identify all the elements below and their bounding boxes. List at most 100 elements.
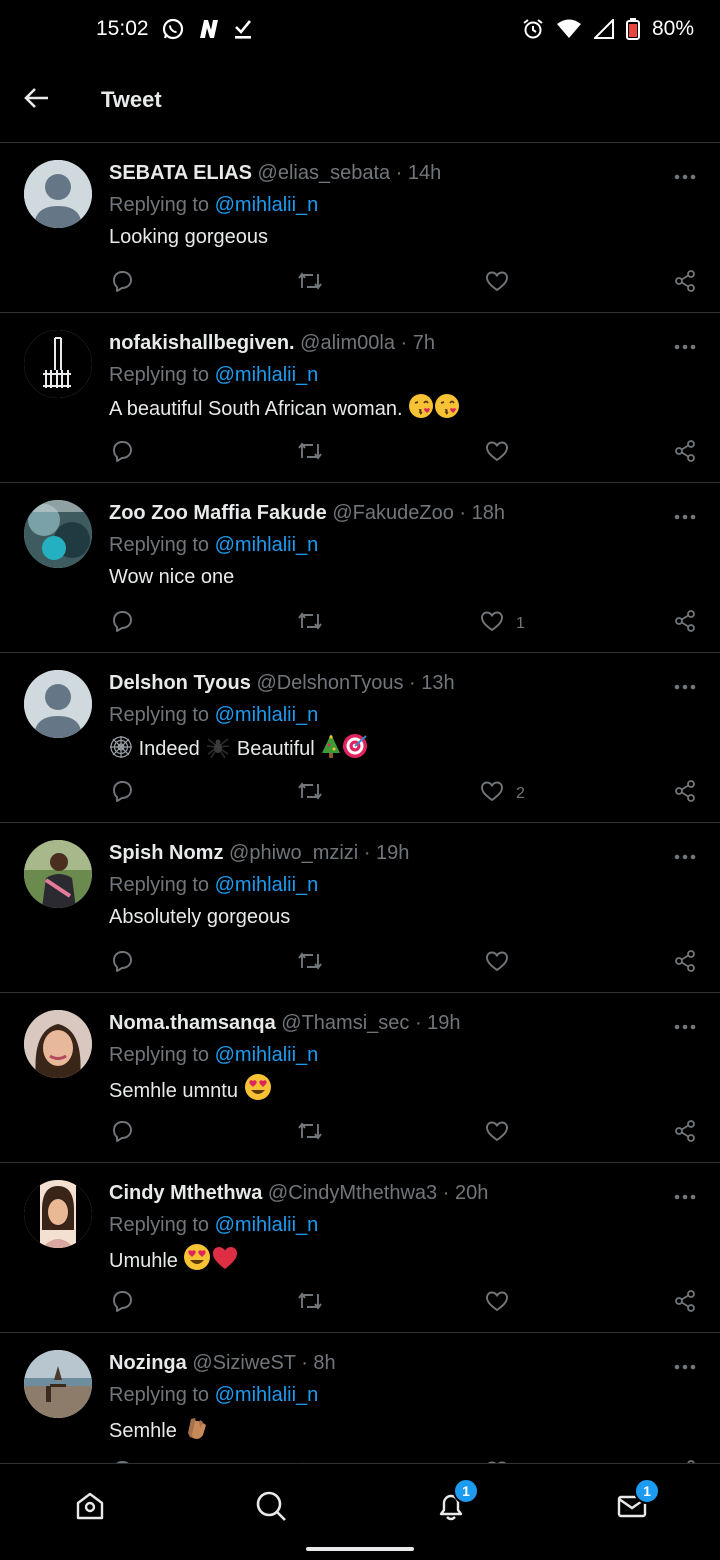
retweet-button[interactable]	[297, 270, 323, 297]
display-name[interactable]: Noma.thamsanqa	[109, 1012, 276, 1034]
reply-button[interactable]	[110, 779, 134, 808]
avatar[interactable]	[24, 670, 92, 738]
avatar[interactable]	[24, 840, 92, 908]
reply-button[interactable]	[110, 609, 134, 638]
reply-button[interactable]	[110, 949, 134, 978]
nav-messages-button[interactable]: 1	[608, 1478, 660, 1532]
user-handle[interactable]: @alim00la	[300, 332, 395, 354]
avatar[interactable]	[24, 160, 92, 228]
tweet-body: Umuhle	[109, 1243, 700, 1279]
reply-tweet[interactable]: Zoo Zoo Maffia Fakude @FakudeZoo · 18h R…	[0, 483, 720, 653]
more-options-button[interactable]	[674, 1357, 696, 1370]
reply-tweet[interactable]: Delshon Tyous @DelshonTyous · 13h Replyi…	[0, 653, 720, 823]
display-name[interactable]: Cindy Mthethwa	[109, 1182, 262, 1204]
like-button[interactable]: 1	[480, 610, 525, 637]
tweet-body: A beautiful South African woman.	[109, 393, 700, 427]
mention-link[interactable]: @mihlalii_n	[215, 1214, 319, 1236]
more-options-button[interactable]	[674, 847, 696, 860]
home-icon	[74, 1490, 106, 1527]
retweet-button[interactable]	[297, 440, 323, 467]
avatar[interactable]	[24, 1350, 92, 1418]
share-icon	[673, 779, 697, 808]
messages-badge: 1	[634, 1478, 660, 1504]
more-options-button[interactable]	[674, 507, 696, 520]
like-button[interactable]	[485, 1290, 521, 1317]
display-name[interactable]: nofakishallbegiven.	[109, 332, 295, 354]
share-button[interactable]	[673, 949, 697, 978]
reply-list[interactable]: SEBATA ELIAS @elias_sebata · 14h Replyin…	[0, 143, 720, 1464]
like-button[interactable]	[485, 270, 521, 297]
mention-link[interactable]: @mihlalii_n	[215, 704, 319, 726]
more-options-button[interactable]	[674, 167, 696, 180]
display-name[interactable]: Spish Nomz	[109, 842, 223, 864]
share-button[interactable]	[673, 609, 697, 638]
mention-link[interactable]: @mihlalii_n	[215, 1044, 319, 1066]
battery-percent: 80%	[651, 17, 694, 40]
avatar[interactable]	[24, 1010, 92, 1078]
display-name[interactable]: SEBATA ELIAS	[109, 162, 252, 184]
user-handle[interactable]: @elias_sebata	[258, 162, 391, 184]
reply-button[interactable]	[110, 269, 134, 298]
retweet-icon	[297, 270, 323, 297]
share-button[interactable]	[673, 439, 697, 468]
reply-tweet[interactable]: Cindy Mthethwa @CindyMthethwa3 · 20h Rep…	[0, 1163, 720, 1333]
like-button[interactable]	[485, 440, 521, 467]
kiss-face-icon	[434, 393, 460, 427]
more-options-button[interactable]	[674, 1187, 696, 1200]
retweet-button[interactable]	[297, 1290, 323, 1317]
share-icon	[673, 609, 697, 638]
reply-button[interactable]	[110, 1119, 134, 1148]
display-name[interactable]: Zoo Zoo Maffia Fakude	[109, 502, 327, 524]
more-options-button[interactable]	[674, 337, 696, 350]
display-name[interactable]: Nozinga	[109, 1352, 187, 1374]
share-button[interactable]	[673, 1289, 697, 1318]
like-button[interactable]	[485, 1120, 521, 1147]
reply-icon	[110, 439, 134, 468]
reply-icon	[110, 1119, 134, 1148]
back-button[interactable]	[0, 58, 74, 142]
reply-tweet[interactable]: Spish Nomz @phiwo_mzizi · 19h Replying t…	[0, 823, 720, 993]
tweet-body: Semhle umntu	[109, 1073, 700, 1109]
more-options-button[interactable]	[674, 1017, 696, 1030]
top-bar: Tweet	[0, 58, 720, 143]
user-handle[interactable]: @SiziweST	[192, 1352, 295, 1374]
user-handle[interactable]: @phiwo_mzizi	[229, 842, 358, 864]
nav-notifications-button[interactable]: 1	[427, 1478, 479, 1532]
like-button[interactable]: 2	[480, 780, 525, 807]
display-name[interactable]: Delshon Tyous	[109, 672, 251, 694]
retweet-button[interactable]	[297, 780, 323, 807]
share-icon	[673, 439, 697, 468]
like-button[interactable]	[485, 950, 521, 977]
whatsapp-icon	[161, 17, 185, 41]
share-button[interactable]	[673, 779, 697, 808]
user-handle[interactable]: @DelshonTyous	[256, 672, 403, 694]
retweet-button[interactable]	[297, 1120, 323, 1147]
user-handle[interactable]: @FakudeZoo	[332, 502, 453, 524]
mention-link[interactable]: @mihlalii_n	[215, 364, 319, 386]
reply-button[interactable]	[110, 1289, 134, 1318]
avatar[interactable]	[24, 330, 92, 398]
retweet-button[interactable]	[297, 610, 323, 637]
avatar[interactable]	[24, 500, 92, 568]
reply-tweet[interactable]: SEBATA ELIAS @elias_sebata · 14h Replyin…	[0, 143, 720, 313]
reply-tweet[interactable]: nofakishallbegiven. @alim00la · 7h Reply…	[0, 313, 720, 483]
tweet-text: A beautiful South African woman.	[109, 398, 403, 420]
mention-link[interactable]: @mihlalii_n	[215, 194, 319, 216]
more-options-button[interactable]	[674, 677, 696, 690]
reply-button[interactable]	[110, 439, 134, 468]
reply-tweet[interactable]: Noma.thamsanqa @Thamsi_sec · 19h Replyin…	[0, 993, 720, 1163]
share-button[interactable]	[673, 1119, 697, 1148]
mention-link[interactable]: @mihlalii_n	[215, 874, 319, 896]
retweet-button[interactable]	[297, 950, 323, 977]
mention-link[interactable]: @mihlalii_n	[215, 534, 319, 556]
mention-link[interactable]: @mihlalii_n	[215, 1384, 319, 1406]
reply-tweet[interactable]: Nozinga @SiziweST · 8h Replying to @mihl…	[0, 1333, 720, 1464]
nav-home-button[interactable]	[66, 1484, 114, 1532]
user-handle[interactable]: @Thamsi_sec	[281, 1012, 409, 1034]
nav-search-button[interactable]	[247, 1484, 295, 1532]
avatar[interactable]	[24, 1180, 92, 1248]
replying-to: Replying to @mihlalii_n	[109, 1381, 700, 1409]
user-handle[interactable]: @CindyMthethwa3	[268, 1182, 437, 1204]
christmas-tree-icon	[320, 733, 342, 767]
share-button[interactable]	[673, 269, 697, 298]
